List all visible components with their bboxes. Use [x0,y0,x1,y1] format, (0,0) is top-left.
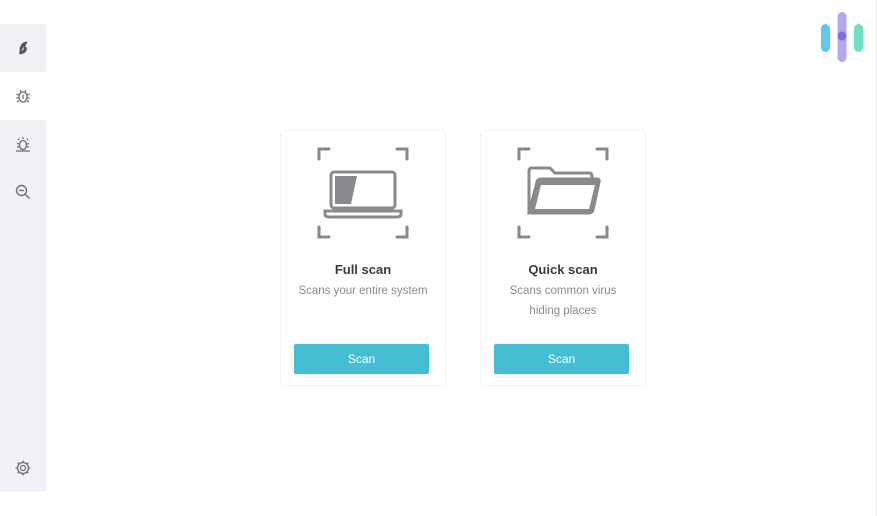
sidebar-item-settings[interactable] [0,444,46,492]
folder-icon [517,147,609,239]
brand-logo-icon [821,12,863,62]
quick-scan-button[interactable]: Scan [494,344,629,374]
zoom-out-icon [15,184,30,199]
quick-scan-card: Quick scan Scans common virus hiding pla… [480,130,646,386]
full-scan-card: Full scan Scans your entire system Scan [280,130,446,386]
card-description: Scans your entire system [298,285,428,297]
bug-icon [16,89,30,103]
sidebar-item-search[interactable] [0,168,46,216]
laptop-icon [317,147,409,239]
sidebar-item-antivirus[interactable] [0,72,46,120]
bug-alert-icon [16,137,30,152]
full-scan-button[interactable]: Scan [294,344,429,374]
sidebar-item-alerts[interactable] [0,120,46,168]
surfshark-logo-icon [19,41,28,55]
sidebar-item-home[interactable] [0,24,46,72]
card-title: Quick scan [528,262,598,277]
gear-icon [15,460,31,476]
sidebar [0,24,46,492]
card-description: Scans common virus hiding places [509,285,617,317]
card-title: Full scan [334,262,392,277]
